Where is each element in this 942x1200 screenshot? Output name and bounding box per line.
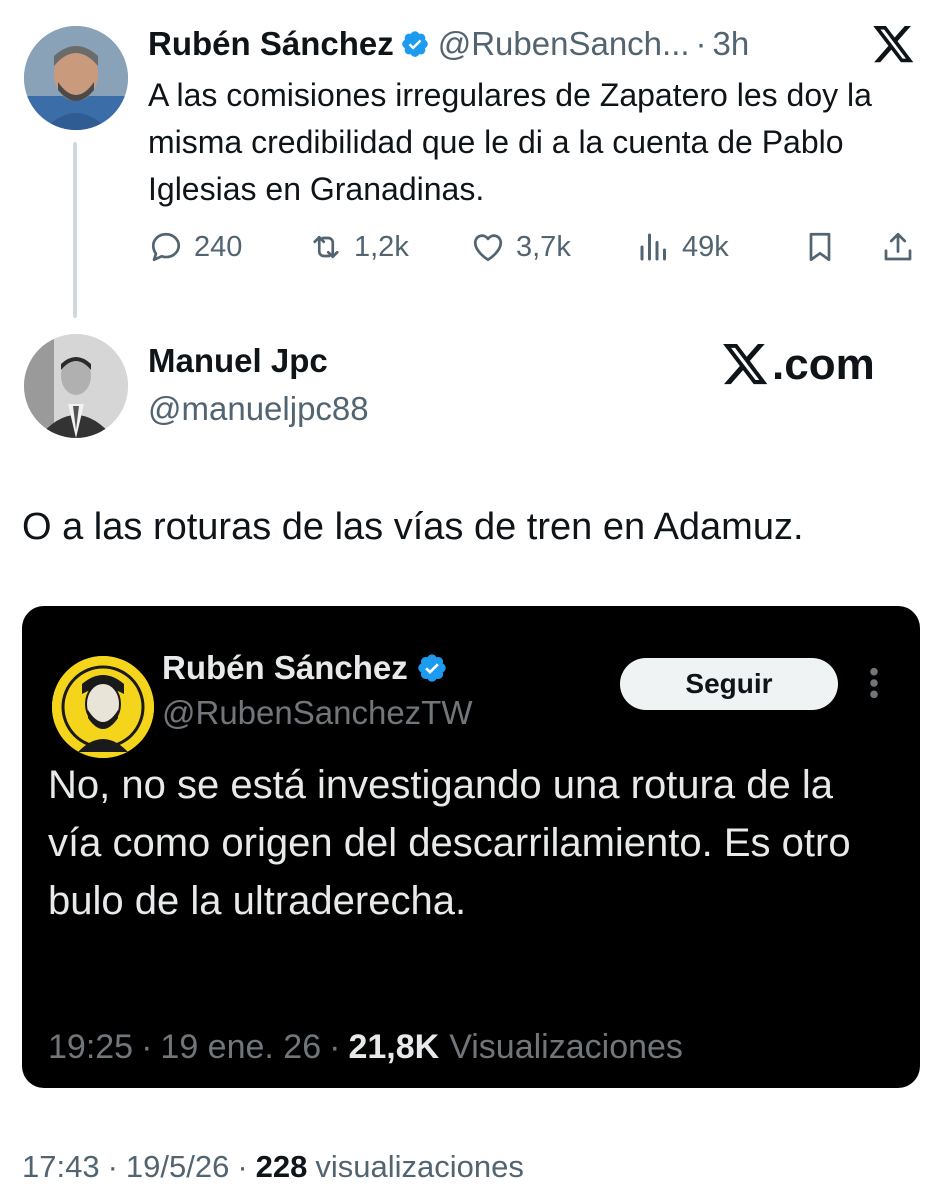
embedded-tweet-header: Rubén Sánchez (162, 644, 448, 692)
follow-button: Seguir (620, 658, 838, 710)
more-icon (870, 667, 878, 699)
embedded-time: 19:25 (48, 1027, 134, 1066)
verified-icon (401, 31, 428, 57)
watermark-text: .com (772, 340, 875, 389)
tweet-page: Rubén Sánchez @RubenSanch... · 3h A las … (0, 0, 942, 1200)
meta-separator: · (329, 1027, 341, 1066)
avatar-illustration-icon (52, 656, 154, 758)
embedded-author-handle: @RubenSanchezTW (162, 694, 473, 731)
tweet-date[interactable]: 19/5/26 (126, 1149, 229, 1185)
parent-tweet-actions: 240 1,2k 3,7k 49k (148, 224, 920, 270)
meta-separator: · (237, 1149, 248, 1184)
like-count: 3,7k (516, 230, 571, 263)
verified-icon (418, 654, 446, 682)
main-author-avatar[interactable] (24, 334, 128, 438)
meta-separator: · (107, 1149, 118, 1184)
views-count: 49k (682, 230, 729, 263)
tweet-time[interactable]: 17:43 (22, 1149, 100, 1185)
embedded-views-count: 21,8K (348, 1027, 440, 1066)
x-logo-icon[interactable] (872, 26, 916, 64)
reply-icon (151, 232, 181, 262)
embedded-author-name: Rubén Sánchez (162, 649, 408, 686)
avatar-photo-icon (24, 26, 128, 130)
main-author-name[interactable]: Manuel Jpc (148, 342, 328, 380)
repost-count: 1,2k (354, 230, 409, 263)
parent-author-handle[interactable]: @RubenSanch... (438, 25, 690, 63)
thread-line (73, 142, 77, 318)
embedded-tweet-meta: 19:25 · 19 ene. 26 · 21,8K Visualizacion… (48, 1026, 683, 1068)
embedded-tweet-text: No, no se está investigando una rotura d… (48, 763, 851, 923)
parent-tweet-time[interactable]: 3h (713, 25, 750, 63)
repost-button[interactable]: 1,2k (308, 224, 409, 270)
x-com-watermark: .com (722, 340, 875, 390)
embedded-tweet-image[interactable]: Rubén Sánchez @RubenSanchezTW Seguir No,… (22, 606, 920, 1088)
views-button[interactable]: 49k (636, 224, 729, 270)
main-author-handle[interactable]: @manueljpc88 (148, 390, 369, 428)
parent-author-avatar[interactable] (24, 26, 128, 130)
parent-tweet-header: Rubén Sánchez @RubenSanch... · 3h (148, 22, 749, 66)
views-label: visualizaciones (315, 1149, 524, 1184)
meta-separator: · (141, 1027, 153, 1066)
embedded-author-avatar (52, 656, 154, 758)
header-separator: · (695, 25, 707, 62)
main-tweet-text: O a las roturas de las vías de tren en A… (22, 506, 804, 548)
like-button[interactable]: 3,7k (470, 224, 571, 270)
parent-author-name[interactable]: Rubén Sánchez (148, 25, 394, 63)
share-icon (884, 232, 912, 261)
x-logo-icon (723, 344, 768, 385)
bookmark-icon (809, 232, 831, 262)
embedded-date: 19 ene. 26 (160, 1027, 322, 1066)
views-icon (640, 233, 666, 261)
embedded-views-label: Visualizaciones (449, 1027, 683, 1066)
reply-count: 240 (194, 230, 243, 263)
bookmark-button[interactable] (802, 224, 838, 270)
views-total[interactable]: 228 (256, 1149, 308, 1185)
reply-button[interactable]: 240 (148, 224, 242, 270)
like-icon (473, 234, 503, 262)
repost-icon (313, 235, 339, 259)
share-button[interactable] (880, 224, 916, 270)
main-tweet-meta: 17:43 · 19/5/26 · 228 visualizaciones (22, 1146, 524, 1188)
parent-tweet-text: A las comisiones irregulares de Zapatero… (148, 77, 872, 207)
avatar-photo-icon (24, 334, 128, 438)
